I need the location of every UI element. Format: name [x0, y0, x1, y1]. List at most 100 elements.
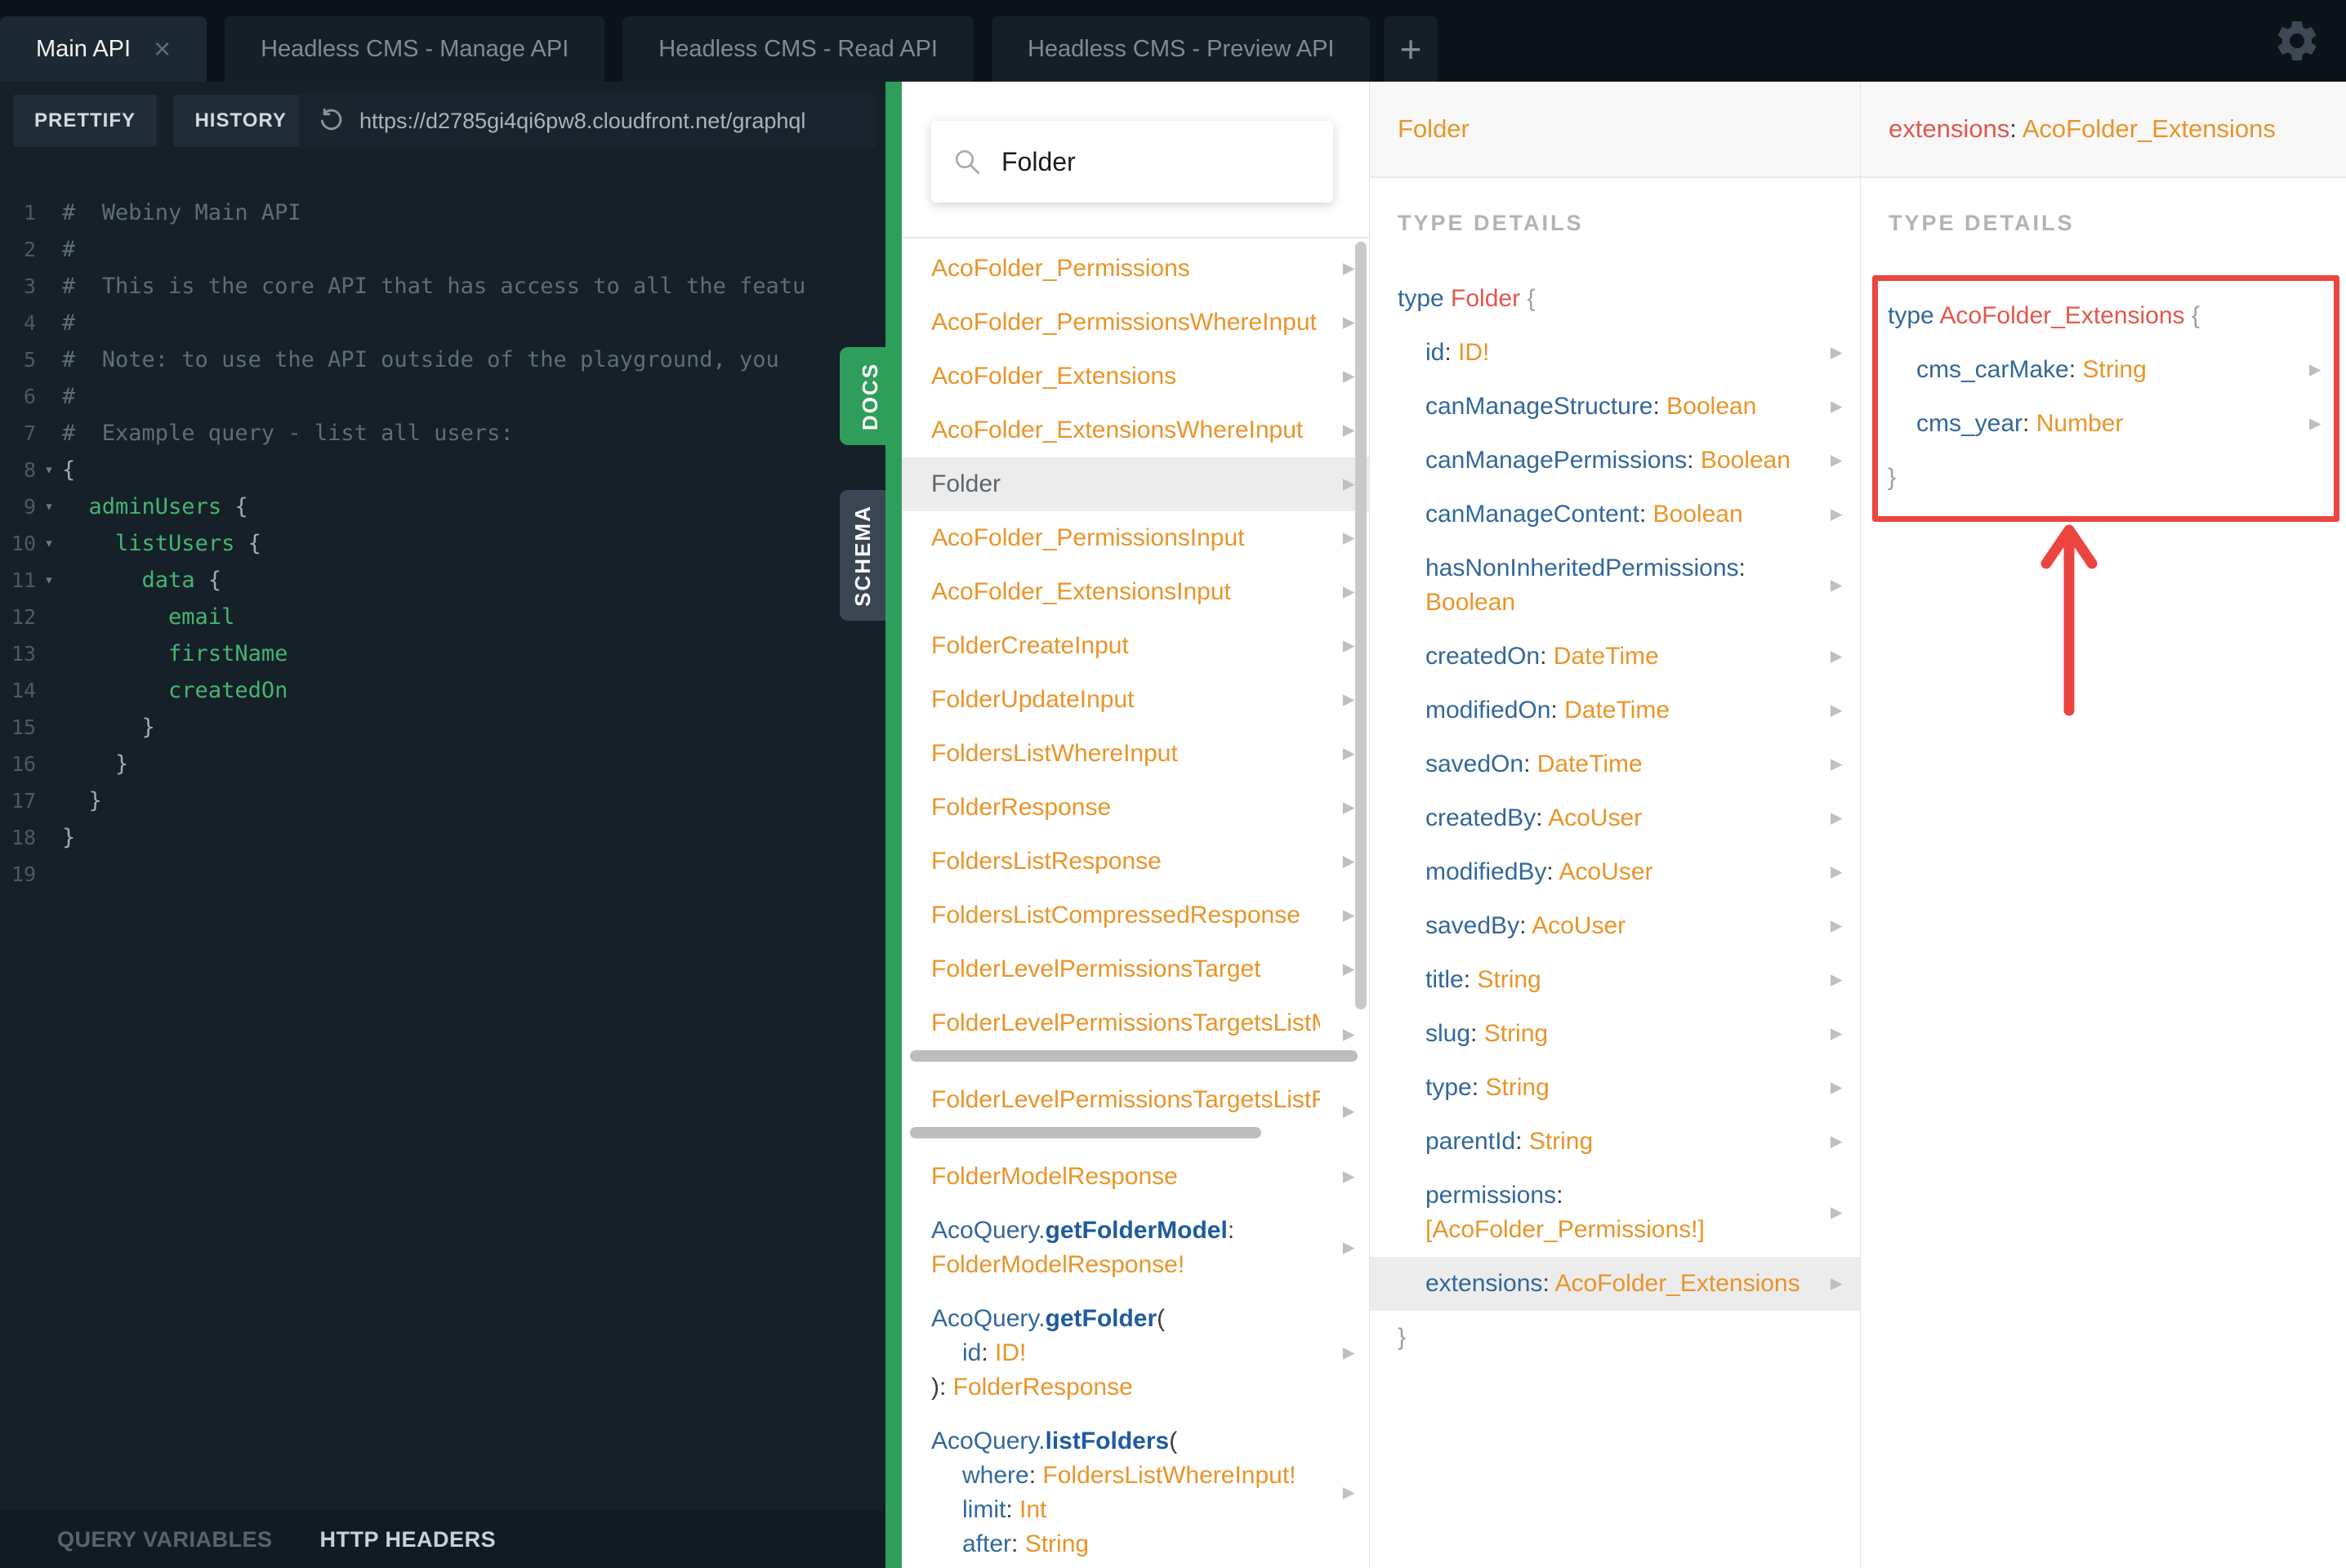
docs-item[interactable]: FolderUpdateInput ▶ [902, 673, 1369, 727]
http-headers-tab[interactable]: HTTP HEADERS [320, 1527, 497, 1552]
docs-item[interactable]: AcoQuery.listFolders(where: FoldersListW… [902, 1414, 1369, 1568]
tab-headless-cms-read-api[interactable]: Headless CMS - Read API [622, 16, 974, 82]
field-row[interactable]: modifiedBy: AcoUser ▶ [1370, 845, 1860, 899]
docs-item-line: FolderModelResponse! [931, 1248, 1320, 1282]
docs-item[interactable]: FolderResponse ▶ [902, 781, 1369, 835]
editor-line[interactable]: 16 } [0, 746, 885, 782]
docs-item[interactable]: FolderLevelPermissionsTargetsListRespo ▶ [902, 1073, 1369, 1150]
prettify-button[interactable]: PRETTIFY [13, 95, 158, 147]
docs-item[interactable]: AcoFolder_Permissions ▶ [902, 242, 1369, 296]
text-segment: cms_year [1916, 410, 2023, 437]
query-variables-tab[interactable]: QUERY VARIABLES [57, 1527, 273, 1552]
docs-item[interactable]: FoldersListResponse ▶ [902, 835, 1369, 889]
field-row[interactable]: parentId: String ▶ [1370, 1115, 1860, 1169]
editor-line[interactable]: 14 createdOn [0, 672, 885, 709]
editor-line[interactable]: 12 email [0, 599, 885, 635]
field-row[interactable]: canManageStructure: Boolean ▶ [1370, 380, 1860, 434]
history-button[interactable]: HISTORY [173, 95, 308, 147]
editor-lines[interactable]: 1 # Webiny Main API 2 #3 # This is the core … [0, 172, 885, 893]
docs-panel-divider[interactable] [885, 82, 902, 1568]
docs-item[interactable]: FoldersListCompressedResponse ▶ [902, 889, 1369, 942]
docs-item-line: AcoQuery.getFolder( [931, 1302, 1320, 1336]
field-row[interactable]: createdBy: AcoUser ▶ [1370, 791, 1860, 845]
text-segment: : [2023, 410, 2036, 437]
fold-arrow-icon[interactable]: ▾ [36, 525, 62, 562]
field-row[interactable]: createdOn: DateTime ▶ [1370, 630, 1860, 684]
schema-side-tab[interactable]: SCHEMA [840, 490, 885, 621]
editor-line[interactable]: 17 } [0, 782, 885, 819]
editor-line[interactable]: 5 # Note: to use the API outside of the p… [0, 341, 885, 378]
editor-line[interactable]: 6 # [0, 378, 885, 415]
new-tab-button[interactable]: + [1384, 16, 1438, 82]
docs-item[interactable]: AcoFolder_ExtensionsWhereInput ▶ [902, 403, 1369, 457]
code-text: listUsers { [62, 525, 261, 562]
docs-item[interactable]: AcoQuery.getFolder(id: ID!): FolderRespo… [902, 1292, 1369, 1414]
fold-arrow-icon[interactable]: ▾ [36, 452, 62, 488]
editor-line[interactable]: 9 ▾ adminUsers { [0, 488, 885, 525]
text-segment: : [1550, 697, 1565, 724]
tab-headless-cms-preview-api[interactable]: Headless CMS - Preview API [991, 16, 1371, 82]
field-row[interactable]: hasNonInheritedPermissions: Boolean ▶ [1370, 541, 1860, 630]
docs-item-line: id: ID! [931, 1336, 1320, 1370]
field-row[interactable]: savedBy: AcoUser ▶ [1370, 899, 1860, 953]
field-row[interactable]: savedOn: DateTime ▶ [1370, 737, 1860, 791]
docs-item[interactable]: AcoFolder_PermissionsInput ▶ [902, 511, 1369, 565]
tab-headless-cms-manage-api[interactable]: Headless CMS - Manage API [225, 16, 605, 82]
field-row[interactable]: canManageContent: Boolean ▶ [1370, 488, 1860, 541]
editor-line[interactable]: 11 ▾ data { [0, 562, 885, 599]
docs-item[interactable]: AcoFolder_PermissionsWhereInput ▶ [902, 296, 1369, 350]
editor-line[interactable]: 3 # This is the core API that has access … [0, 268, 885, 305]
docs-item[interactable]: AcoQuery.getFolderModel: FolderModelRespo… [902, 1204, 1369, 1292]
editor-line[interactable]: 7 # Example query - list all users: [0, 415, 885, 452]
chevron-right-icon: ▶ [1342, 582, 1355, 601]
endpoint-url-input[interactable]: https://d2785gi4qi6pw8.cloudfront.net/gr… [299, 93, 876, 149]
field-row[interactable]: modifiedOn: DateTime ▶ [1370, 684, 1860, 737]
text-segment: canManageStructure [1425, 393, 1653, 420]
graphql-playground-window: Main API × Headless CMS - Manage API Headle… [0, 0, 2346, 1568]
settings-button[interactable] [2272, 16, 2321, 65]
field-row[interactable]: id: ID! ▶ [1370, 326, 1860, 380]
type-panel-header: Folder [1370, 82, 1860, 178]
text-segment: FolderResponse [931, 794, 1112, 821]
fold-arrow-icon[interactable]: ▾ [36, 562, 62, 599]
docs-item[interactable]: Folder ▶ [902, 457, 1369, 511]
docs-item[interactable]: AcoFolder_ExtensionsInput ▶ [902, 565, 1369, 619]
docs-item-line: where: FoldersListWhereInput! [931, 1459, 1320, 1493]
docs-item[interactable]: AcoFolder_Extensions ▶ [902, 350, 1369, 403]
editor-line[interactable]: 13 firstName [0, 635, 885, 672]
close-icon[interactable]: × [154, 34, 171, 64]
editor-line[interactable]: 10 ▾ listUsers { [0, 525, 885, 562]
editor-line[interactable]: 19 [0, 856, 885, 893]
field-row[interactable]: type: String ▶ [1370, 1061, 1860, 1115]
horizontal-scrollbar[interactable] [910, 1050, 1358, 1062]
docs-item[interactable]: FolderModelResponse ▶ [902, 1150, 1369, 1204]
editor-line[interactable]: 2 # [0, 231, 885, 268]
docs-item[interactable]: FolderLevelPermissionsTargetsListMeta ▶ [902, 996, 1369, 1073]
horizontal-scrollbar[interactable] [910, 1127, 1261, 1138]
editor-footer: QUERY VARIABLES HTTP HEADERS [0, 1511, 885, 1568]
text-segment: modifiedBy [1425, 858, 1547, 885]
field-row[interactable]: extensions: AcoFolder_Extensions ▶ [1370, 1257, 1860, 1311]
field-row[interactable]: permissions: [AcoFolder_Permissions!] ▶ [1370, 1169, 1860, 1257]
plus-icon: + [1399, 28, 1422, 70]
docs-item[interactable]: FolderLevelPermissionsTarget ▶ [902, 942, 1369, 996]
editor-line[interactable]: 8 ▾{ [0, 452, 885, 488]
docs-item[interactable]: FolderCreateInput ▶ [902, 619, 1369, 673]
text-segment: { [2191, 302, 2200, 329]
text-segment: AcoUser [1548, 804, 1643, 831]
line-number: 19 [11, 862, 36, 886]
docs-item[interactable]: FoldersListWhereInput ▶ [902, 727, 1369, 781]
editor-line[interactable]: 4 # [0, 305, 885, 341]
tab-main-api[interactable]: Main API × [0, 16, 207, 82]
field-row[interactable]: cms_carMake: String ▶ [1878, 343, 2334, 397]
fold-arrow-icon[interactable]: ▾ [36, 488, 62, 525]
search-input[interactable]: Folder [931, 121, 1333, 203]
editor-line[interactable]: 18} [0, 819, 885, 856]
field-row[interactable]: cms_year: Number ▶ [1878, 397, 2334, 451]
field-row[interactable]: canManagePermissions: Boolean ▶ [1370, 434, 1860, 488]
field-row[interactable]: title: String ▶ [1370, 953, 1860, 1007]
field-row[interactable]: slug: String ▶ [1370, 1007, 1860, 1061]
editor-line[interactable]: 1 # Webiny Main API [0, 194, 885, 231]
editor-line[interactable]: 15 } [0, 709, 885, 746]
docs-list-scrollbar[interactable] [1355, 242, 1367, 1009]
